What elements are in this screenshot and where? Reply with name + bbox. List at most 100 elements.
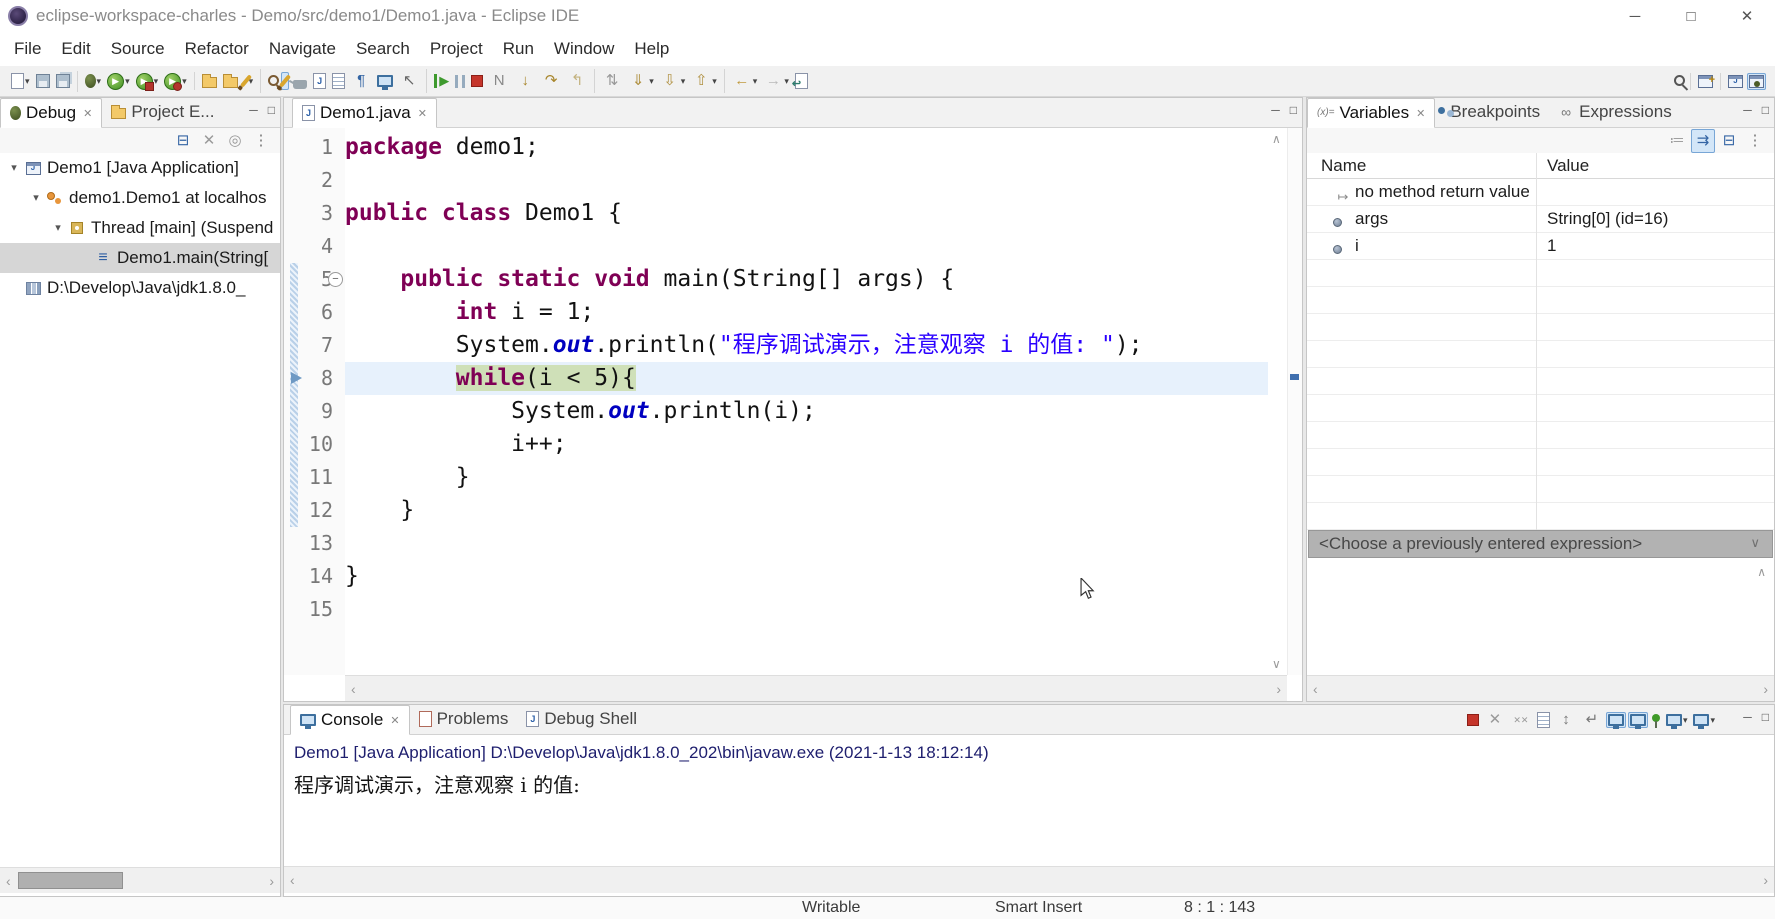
show-whitespace-button[interactable]: ¶ [349,69,373,93]
code-line-8[interactable]: 8 while(i < 5){ [284,362,1268,395]
code-line-11[interactable]: 11 } [284,461,1268,494]
collapse-all-button[interactable]: ⊟ [1717,129,1741,153]
show-logical-structures-button[interactable]: ⇉ [1691,129,1715,153]
code-editor[interactable]: 1package demo1;23public class Demo1 {45−… [284,128,1268,675]
scroll-up-icon[interactable]: ∧ [1272,132,1281,146]
instruction-pointer-button[interactable]: ⇓▾ [626,69,656,93]
resume-button[interactable]: ▶ [432,72,451,90]
chevron-down-icon[interactable]: ▾ [97,76,102,87]
variable-row-no method return value[interactable]: ↦no method return value [1307,179,1774,206]
scroll-up-icon[interactable]: ∧ [1757,565,1766,579]
chevron-expanded-icon[interactable]: ▾ [49,213,67,243]
filter-button[interactable]: ◎ [223,129,247,153]
variable-row-i[interactable]: i1 [1307,233,1774,260]
code-line-3[interactable]: 3public class Demo1 { [284,197,1268,230]
forward-button[interactable]: →▾ [761,69,791,93]
chevron-down-icon[interactable]: ▾ [25,76,30,87]
tab-console[interactable]: Console ✕ [290,705,410,735]
maximize-view-icon[interactable]: □ [1762,710,1769,724]
menu-item-run[interactable]: Run [493,32,544,66]
chevron-expanded-icon[interactable]: ▾ [27,183,45,213]
show-stderr-button[interactable] [1628,712,1648,728]
chevron-down-icon[interactable]: ∨ [1750,535,1760,551]
step-return-button[interactable]: ↰ [565,69,589,93]
view-menu-button[interactable]: ⋮ [249,129,273,153]
code-line-4[interactable]: 4 [284,230,1268,263]
code-line-12[interactable]: 12 } [284,494,1268,527]
tab-variables[interactable]: (x)= Variables ✕ [1307,98,1435,128]
debug-perspective-button[interactable] [1747,73,1766,90]
terminate-button[interactable] [469,73,485,89]
debug-button[interactable]: ▾ [83,72,104,90]
debug-hscrollbar[interactable]: ‹ › [0,867,280,893]
tab-debug-shell[interactable]: J Debug Shell [517,704,646,734]
new-class-button[interactable]: J [311,71,328,91]
pause-button[interactable] [453,73,467,90]
previous-annotation-button[interactable]: ⇧▾ [689,69,719,93]
display-console-button[interactable]: ▾ [1664,712,1690,728]
step-over-button[interactable]: ↷ [539,69,563,93]
tab-demo1-java[interactable]: J Demo1.java ✕ [292,98,437,128]
tab-debug[interactable]: Debug ✕ [0,98,102,128]
javadoc-button[interactable] [330,71,347,91]
chevron-down-icon[interactable]: ▾ [784,76,789,87]
expression-combo[interactable]: <Choose a previously entered expression>… [1308,530,1773,558]
search-button[interactable] [1672,75,1685,88]
column-value[interactable]: Value [1547,156,1589,176]
save-button[interactable] [34,72,52,90]
maximize-button[interactable]: □ [1663,0,1719,32]
clear-console-button[interactable] [1535,710,1552,730]
code-line-10[interactable]: 10 i++; [284,428,1268,461]
code-line-7[interactable]: 7 System.out.println("程序调试演示，注意观察 i 的值: … [284,329,1268,362]
scroll-right-icon[interactable]: › [1276,681,1281,697]
scroll-left-icon[interactable]: ‹ [351,681,356,697]
variable-detail-pane[interactable]: ∧ [1307,559,1774,675]
save-all-button[interactable] [54,72,72,90]
fold-collapse-icon[interactable]: − [328,272,343,287]
remove-launch-button[interactable]: ✕ [1483,708,1507,732]
close-icon[interactable]: ✕ [1416,107,1425,120]
chevron-down-icon[interactable]: ▾ [649,76,654,87]
editor-vscrollbar[interactable]: ∧ ∨ [1268,128,1287,675]
scroll-right-icon[interactable]: › [1763,872,1768,888]
tab-expressions[interactable]: ∞ Expressions [1549,97,1681,127]
remove-terminated-button[interactable]: ✕ [197,129,221,153]
chevron-expanded-icon[interactable]: ▾ [5,153,23,183]
scroll-right-icon[interactable]: › [1763,681,1768,697]
tab-problems[interactable]: Problems [410,704,518,734]
close-icon[interactable]: ✕ [83,107,92,120]
java-perspective-button[interactable]: J [1726,73,1745,90]
open-folder-button[interactable] [200,72,219,90]
chevron-down-icon[interactable]: ▾ [712,76,717,87]
new-button[interactable]: ▾ [9,71,32,91]
menu-item-edit[interactable]: Edit [51,32,100,66]
chevron-down-icon[interactable]: ▾ [681,76,686,87]
code-line-14[interactable]: 14} [284,560,1268,593]
code-line-1[interactable]: 1package demo1; [284,131,1268,164]
code-line-9[interactable]: 9 System.out.println(i); [284,395,1268,428]
tree-item-4[interactable]: D:\Develop\Java\jdk1.8.0_ [0,273,280,303]
coverage-button[interactable]: ▶▾ [134,71,161,92]
tree-item-2[interactable]: ▾Thread [main] (Suspend [0,213,280,243]
back-button[interactable]: ←▾ [730,69,760,93]
remove-all-launches-button[interactable]: ✕✕ [1509,708,1533,732]
scroll-left-icon[interactable]: ‹ [1313,681,1318,697]
editor-hscrollbar[interactable]: ‹ › [345,675,1287,701]
close-icon[interactable]: ✕ [390,714,399,727]
terminate-console-button[interactable] [1465,712,1481,728]
externalize-strings-button[interactable] [291,72,309,91]
use-step-filters-button[interactable]: ⇅ [600,69,624,93]
minimize-view-icon[interactable]: ─ [1743,103,1752,117]
chevron-down-icon[interactable]: ▾ [182,76,187,87]
scroll-left-icon[interactable]: ‹ [290,872,295,888]
variable-row-args[interactable]: argsString[0] (id=16) [1307,206,1774,233]
maximize-view-icon[interactable]: □ [1290,103,1297,117]
minimize-view-icon[interactable]: ─ [249,103,258,117]
column-divider[interactable] [1536,153,1537,531]
run-button[interactable]: ▶▾ [105,71,132,92]
chevron-down-icon[interactable]: ▾ [1710,715,1715,726]
menu-item-help[interactable]: Help [624,32,679,66]
pin-console-button[interactable] [1650,716,1662,724]
menu-item-file[interactable]: File [4,32,51,66]
scroll-lock-button[interactable]: ↕ [1554,708,1578,732]
